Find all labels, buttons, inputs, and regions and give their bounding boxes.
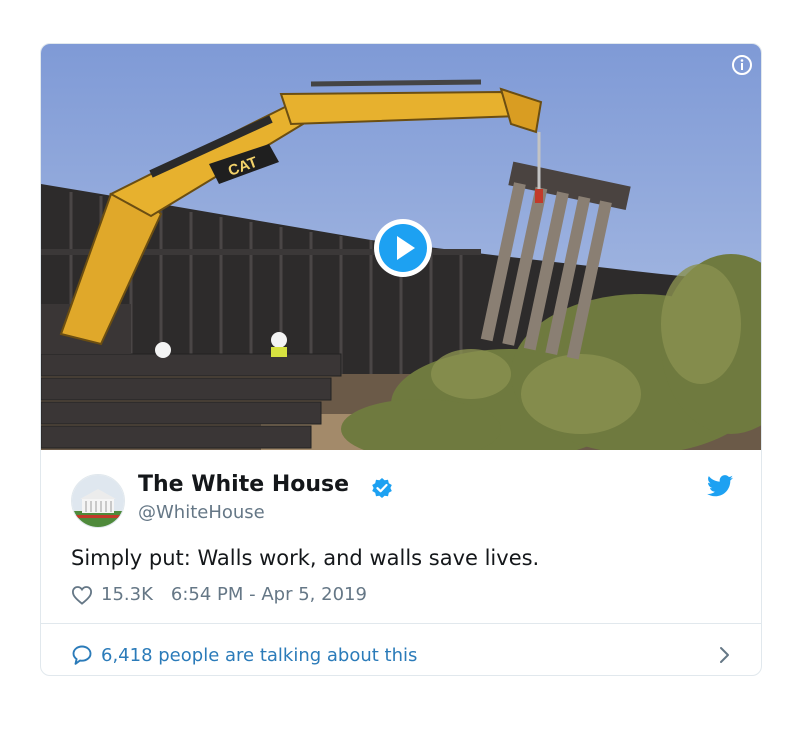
author-handle[interactable]: @WhiteHouse — [138, 502, 265, 523]
conversation-link[interactable]: 6,418 people are talking about this — [71, 635, 733, 675]
tweet-card: CAT The White House @WhiteHouse Simply p… — [40, 43, 762, 676]
avatar[interactable] — [71, 474, 125, 528]
comment-bubble-icon — [72, 645, 92, 665]
verified-badge-icon — [372, 478, 392, 498]
conversation-label: 6,418 people are talking about this — [101, 644, 418, 666]
chevron-right-icon[interactable] — [717, 645, 733, 665]
like-count[interactable]: 15.3K — [101, 584, 153, 605]
divider — [41, 623, 761, 624]
heart-icon[interactable] — [71, 585, 93, 605]
tweet-meta: 15.3K 6:54 PM - Apr 5, 2019 — [71, 584, 367, 605]
timestamp-link[interactable]: 6:54 PM - Apr 5, 2019 — [171, 584, 367, 605]
play-icon[interactable] — [373, 218, 433, 278]
author-name[interactable]: The White House — [138, 472, 349, 497]
white-house-avatar-image — [72, 475, 124, 527]
twitter-bird-icon[interactable] — [707, 475, 733, 497]
info-icon[interactable] — [731, 54, 753, 76]
tweet-text: Simply put: Walls work, and walls save l… — [71, 546, 540, 570]
video-preview[interactable]: CAT — [41, 44, 761, 450]
